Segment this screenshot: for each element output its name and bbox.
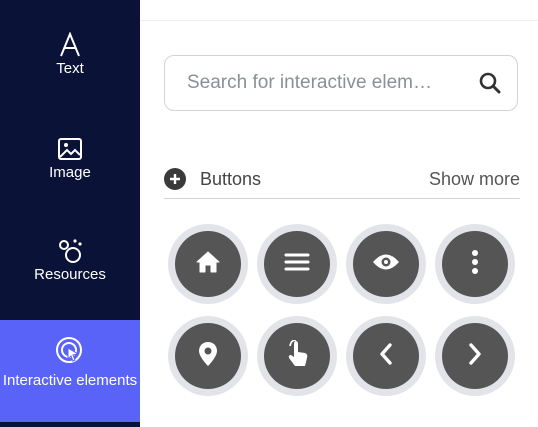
text-icon <box>58 30 82 60</box>
sidebar-item-resources[interactable]: Resources <box>0 236 140 306</box>
show-more-link[interactable]: Show more <box>429 169 520 190</box>
location-button[interactable] <box>168 316 248 396</box>
next-button[interactable] <box>435 316 515 396</box>
add-icon[interactable] <box>164 168 186 190</box>
top-divider <box>140 0 538 21</box>
more-vertical-icon <box>471 249 479 280</box>
interactive-elements-icon <box>55 336 85 366</box>
search-icon[interactable] <box>477 70 503 96</box>
menu-icon <box>284 252 310 277</box>
pointer-hand-icon <box>285 338 309 373</box>
chevron-right-icon <box>467 342 483 371</box>
sidebar-item-image[interactable]: Image <box>0 134 140 204</box>
sidebar-item-interactive-elements[interactable]: Interactive elements <box>0 320 140 422</box>
sidebar: Text Image Resources Interactive element… <box>0 0 140 427</box>
search-box[interactable] <box>164 55 518 111</box>
buttons-section-header: Buttons Show more <box>164 166 520 199</box>
resources-icon <box>56 236 84 266</box>
tap-button[interactable] <box>257 316 337 396</box>
eye-icon <box>372 253 400 276</box>
sidebar-item-label: Image <box>49 164 91 181</box>
location-pin-icon <box>198 341 218 372</box>
previous-button[interactable] <box>346 316 426 396</box>
section-title: Buttons <box>200 168 262 189</box>
menu-button[interactable] <box>257 224 337 304</box>
search-input[interactable] <box>185 71 477 95</box>
sidebar-item-label: Text <box>56 60 84 77</box>
chevron-left-icon <box>378 342 394 371</box>
home-icon <box>195 250 221 279</box>
image-icon <box>57 134 83 164</box>
sidebar-item-label: Resources <box>34 266 106 283</box>
eye-button[interactable] <box>346 224 426 304</box>
sidebar-item-label: Interactive elements <box>2 372 138 389</box>
more-options-button[interactable] <box>435 224 515 304</box>
home-button[interactable] <box>168 224 248 304</box>
sidebar-item-text[interactable]: Text <box>0 30 140 100</box>
